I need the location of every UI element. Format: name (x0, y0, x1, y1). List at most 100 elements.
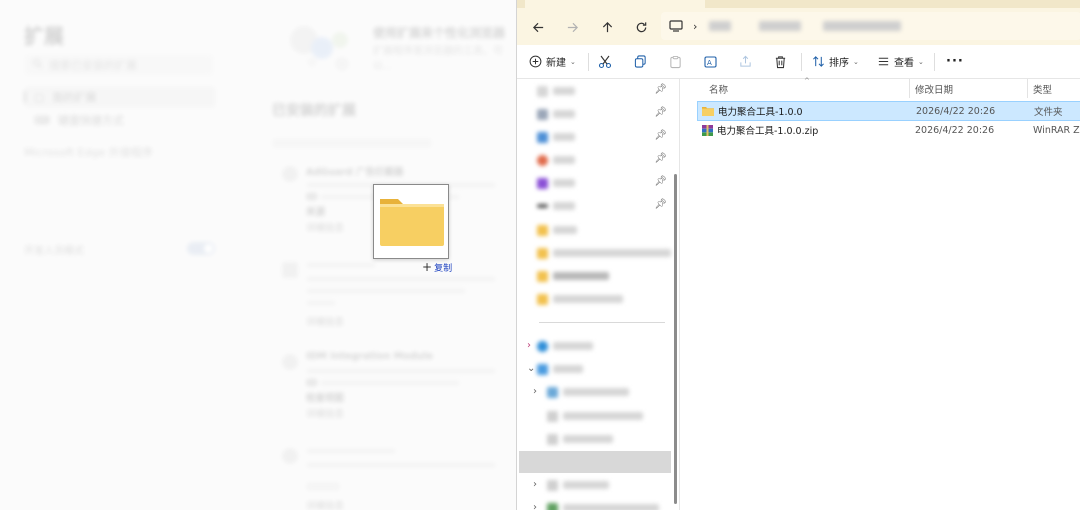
keyboard-icon: ⌨ (34, 113, 50, 127)
idm-icon (282, 354, 298, 370)
details-link[interactable]: 详细信息 (306, 498, 344, 510)
nav-item[interactable] (537, 196, 575, 216)
search-icon (32, 58, 43, 72)
column-header-type[interactable]: 类型 (1033, 79, 1052, 98)
videos-icon (537, 177, 548, 189)
more-options-button[interactable]: ··· (946, 45, 964, 78)
cut-button[interactable] (598, 45, 612, 78)
nav-item[interactable] (537, 266, 609, 286)
sort-icon (813, 56, 824, 67)
filter-bar[interactable] (272, 138, 432, 148)
file-list: ^ 名称 修改日期 类型 电力聚合工具-1.0.0 2026/4/22 20:2… (680, 77, 1080, 510)
address-row: › (517, 8, 1080, 45)
refresh-button[interactable] (631, 18, 651, 36)
file-date: 2026/4/22 20:26 (916, 105, 996, 117)
puzzle-icon (282, 262, 298, 278)
file-name: 电力聚合工具-1.0.0 (718, 107, 803, 118)
file-name: 电力聚合工具-1.0.0.zip (717, 126, 819, 137)
details-link[interactable]: 详细信息 (306, 406, 344, 420)
nav-item[interactable] (537, 243, 671, 263)
share-button[interactable] (739, 45, 752, 78)
chevron-right-icon[interactable]: › (533, 479, 537, 490)
store-link[interactable]: Microsoft Edge 外接程序 (24, 144, 153, 160)
copy-button[interactable] (634, 45, 647, 78)
file-row[interactable]: 电力聚合工具-1.0.0 2026/4/22 20:26 文件夹 (697, 101, 1080, 121)
nav-item[interactable] (537, 336, 593, 356)
sort-caret-icon: ^ (804, 77, 810, 85)
sort-button[interactable]: 排序 ⌄ (812, 45, 859, 78)
extension-name: IDM Integration Module (306, 351, 433, 362)
delete-button[interactable] (774, 45, 787, 78)
copy-icon (634, 55, 646, 68)
refresh-icon (636, 21, 646, 32)
column-header-name[interactable]: 名称 (709, 79, 728, 98)
breadcrumb-segment[interactable] (759, 21, 802, 31)
nav-item[interactable] (537, 104, 575, 124)
nav-item[interactable] (537, 150, 575, 170)
nav-item[interactable] (547, 475, 609, 495)
nav-item[interactable] (537, 220, 577, 240)
folder-icon (537, 270, 548, 282)
extension-id: ID (306, 192, 318, 203)
chevron-down-icon: ⌄ (853, 57, 859, 66)
breadcrumb-segment[interactable] (823, 21, 902, 31)
sort-label: 排序 (829, 58, 849, 69)
pin-icon[interactable]: 📌︎ (654, 199, 667, 210)
nav-my-extensions[interactable]: ▢ 我的扩展 (24, 86, 216, 108)
view-label: 查看 (894, 58, 914, 69)
file-row[interactable]: 电力聚合工具-1.0.0.zip 2026/4/22 20:26 WinRAR … (697, 121, 1080, 141)
chevron-down-icon[interactable]: ⌄ (527, 363, 535, 374)
navigation-pane: 📌︎ 📌︎ 📌︎ 📌︎ 📌︎ 📌︎ › ⌄ › › › (517, 79, 680, 510)
nav-item[interactable] (537, 359, 583, 379)
nav-item[interactable] (537, 81, 575, 101)
pin-icon[interactable]: 📌︎ (654, 176, 667, 187)
command-bar: 新建 ⌄ A 排序 ⌄ 查看 ⌄ ··· (517, 45, 1080, 79)
nav-keyboard-shortcuts[interactable]: ⌨ 键盘快捷方式 (24, 109, 216, 131)
tab-strip (517, 0, 1080, 8)
extension-source: 检查视图 (306, 393, 345, 404)
column-header-date[interactable]: 修改日期 (915, 79, 953, 98)
search-input[interactable]: 搜索已安装的扩展 (24, 54, 214, 76)
new-button[interactable]: 新建 ⌄ (529, 45, 576, 78)
up-button[interactable] (597, 18, 617, 36)
developer-mode-toggle[interactable] (187, 242, 215, 255)
nav-item[interactable] (537, 289, 623, 309)
forward-button[interactable] (562, 18, 582, 36)
extension-icon (282, 448, 298, 464)
folder-icon (537, 293, 548, 305)
nav-label: 我的扩展 (52, 91, 97, 104)
chevron-right-icon[interactable]: › (533, 502, 537, 510)
shield-icon (282, 166, 298, 182)
chevron-right-icon[interactable]: › (533, 386, 537, 397)
paste-button[interactable] (669, 45, 682, 78)
nav-item[interactable] (537, 173, 575, 193)
clipboard-icon (670, 55, 681, 68)
pin-icon[interactable]: 📌︎ (654, 153, 667, 164)
details-link[interactable]: 详细信息 (306, 314, 344, 328)
rename-button[interactable]: A (704, 45, 718, 78)
nav-item[interactable] (537, 127, 575, 147)
file-type: WinRAR ZIP (1033, 124, 1080, 136)
chevron-right-icon[interactable]: › (527, 340, 531, 351)
rename-icon: A (704, 55, 717, 68)
active-tab[interactable] (525, 0, 705, 8)
drive-icon (547, 502, 558, 510)
nav-item[interactable] (547, 382, 629, 402)
address-bar[interactable]: › (661, 12, 1080, 40)
back-button[interactable] (528, 18, 548, 36)
breadcrumb-segment[interactable] (709, 21, 732, 31)
pin-icon[interactable]: 📌︎ (654, 130, 667, 141)
details-link[interactable]: 详细信息 (306, 220, 344, 234)
chevron-right-icon: › (693, 19, 698, 33)
nav-item[interactable] (547, 406, 643, 426)
pictures-icon (537, 131, 548, 143)
pin-icon[interactable]: 📌︎ (654, 107, 667, 118)
divider (539, 322, 665, 323)
nav-item[interactable] (547, 429, 613, 449)
trash-icon (775, 55, 786, 68)
nav-item[interactable] (547, 498, 659, 510)
banner-title: 使用扩展来个性化浏览器 (373, 26, 506, 40)
view-button[interactable]: 查看 ⌄ (877, 45, 924, 78)
scrollbar[interactable] (674, 174, 677, 504)
pin-icon[interactable]: 📌︎ (654, 84, 667, 95)
